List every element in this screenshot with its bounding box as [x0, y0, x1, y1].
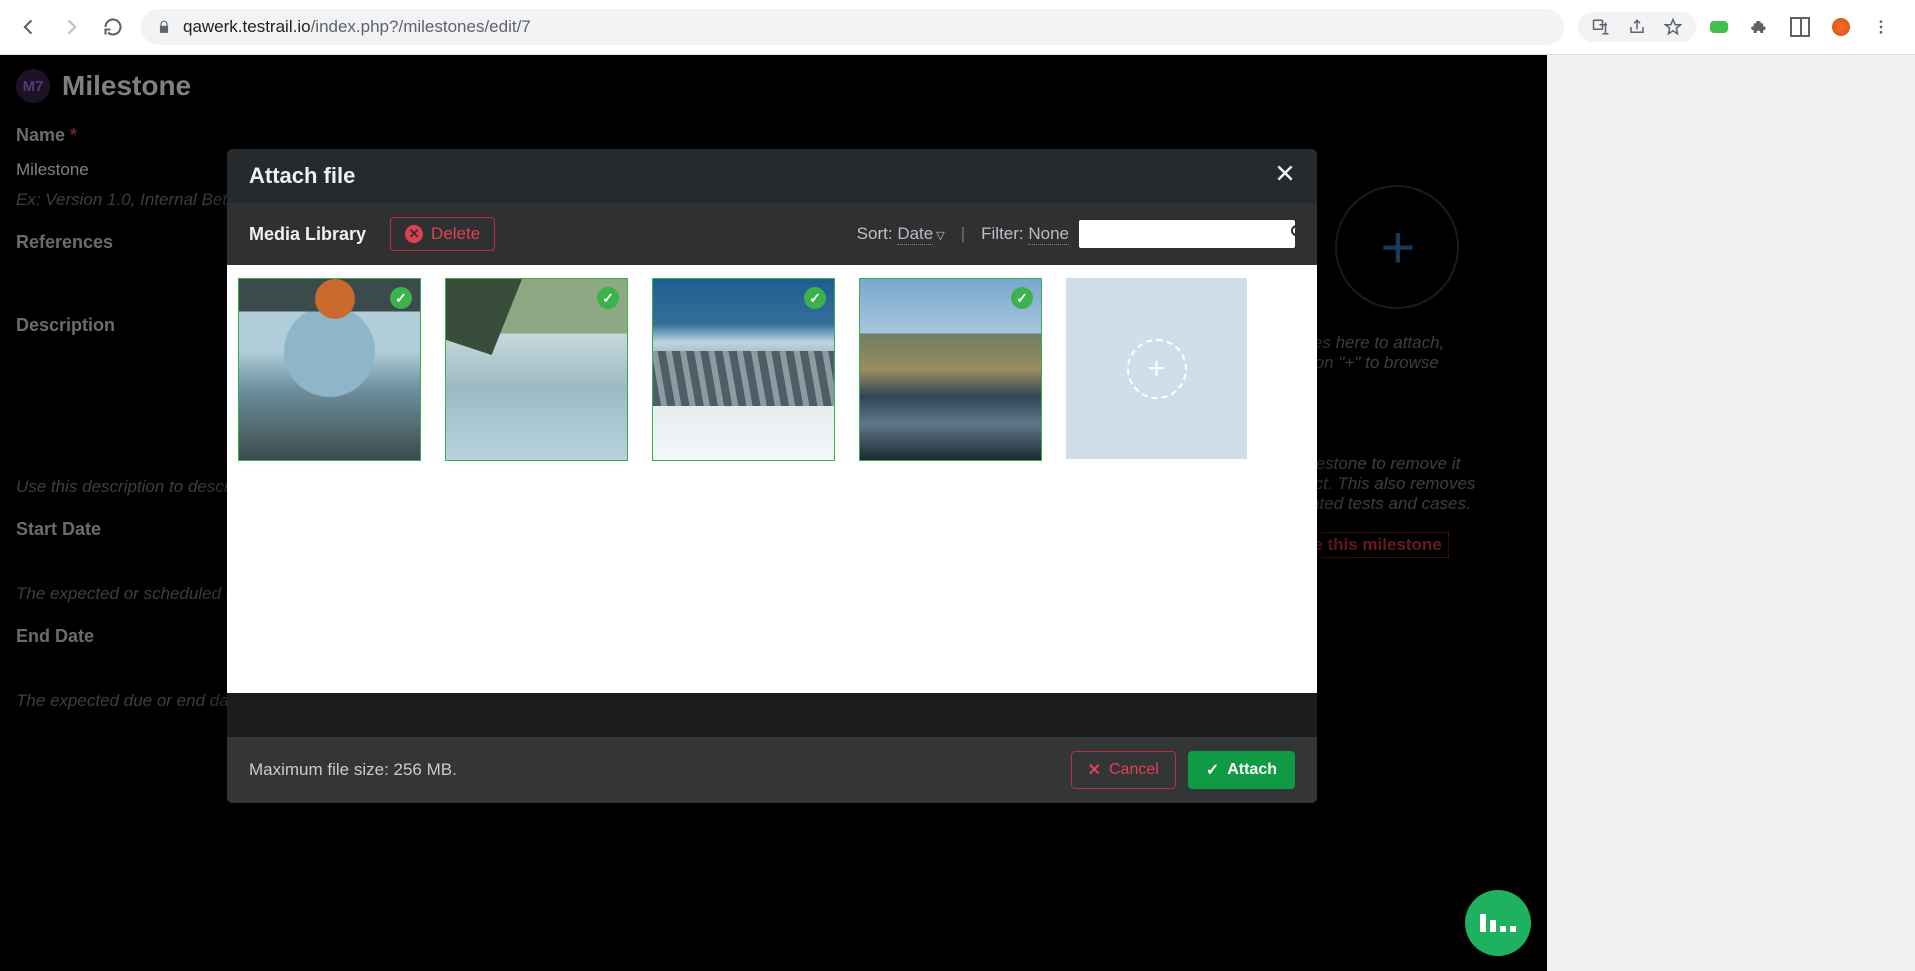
extensions-icon[interactable] — [1750, 18, 1768, 36]
extension-area — [1710, 17, 1890, 37]
selected-check-icon: ✓ — [597, 287, 619, 309]
address-actions — [1578, 12, 1696, 42]
modal-title: Attach file — [249, 163, 355, 189]
attach-button-label: Attach — [1227, 761, 1277, 779]
media-library-label: Media Library — [249, 224, 366, 245]
reload-button[interactable] — [99, 13, 127, 41]
address-bar[interactable]: qawerk.testrail.io/index.php?/milestones… — [141, 9, 1564, 45]
check-icon: ✓ — [1206, 760, 1219, 780]
lock-icon — [157, 20, 171, 34]
modal-toolbar: Media Library ✕ Delete Sort: Date▽ | Fil… — [227, 203, 1317, 265]
attach-button[interactable]: ✓ Attach — [1188, 751, 1295, 789]
help-fab-icon — [1480, 914, 1516, 932]
attach-file-modal: Attach file Media Library ✕ Delete Sort:… — [227, 149, 1317, 803]
delete-button-label: Delete — [431, 224, 480, 244]
selected-check-icon: ✓ — [390, 287, 412, 309]
modal-gap — [227, 693, 1317, 737]
filter-control[interactable]: Filter: None — [981, 224, 1069, 244]
profile-icon[interactable] — [1832, 18, 1850, 36]
page: M7 Milestone Name * Ex: Version 1.0, Int… — [0, 55, 1547, 971]
max-filesize-note: Maximum file size: 256 MB. — [249, 760, 457, 780]
delete-button[interactable]: ✕ Delete — [390, 217, 495, 251]
media-thumb-1[interactable]: ✓ — [238, 278, 421, 461]
close-icon — [1275, 163, 1295, 183]
media-grid: ✓ ✓ ✓ ✓ + — [227, 265, 1317, 693]
selected-check-icon: ✓ — [1011, 287, 1033, 309]
selected-check-icon: ✓ — [804, 287, 826, 309]
sort-control[interactable]: Sort: Date▽ — [857, 224, 945, 244]
extension-1-icon[interactable] — [1710, 21, 1728, 33]
cancel-button[interactable]: ✕ Cancel — [1071, 751, 1176, 789]
cancel-button-label: Cancel — [1109, 761, 1159, 779]
media-thumb-3[interactable]: ✓ — [652, 278, 835, 461]
help-fab[interactable] — [1465, 890, 1531, 956]
search-icon — [1290, 224, 1306, 245]
back-button[interactable] — [15, 13, 43, 41]
close-button[interactable] — [1275, 163, 1295, 189]
star-icon[interactable] — [1664, 18, 1682, 36]
upload-tile[interactable]: + — [1066, 278, 1247, 459]
sidepanel-icon[interactable] — [1790, 17, 1810, 37]
media-thumb-2[interactable]: ✓ — [445, 278, 628, 461]
x-icon: ✕ — [1088, 760, 1101, 780]
search-box[interactable] — [1079, 220, 1295, 248]
menu-icon[interactable] — [1872, 18, 1890, 36]
chevron-down-icon: ▽ — [936, 230, 944, 242]
translate-icon[interactable] — [1592, 18, 1610, 36]
browser-toolbar: qawerk.testrail.io/index.php?/milestones… — [0, 0, 1915, 55]
share-icon[interactable] — [1628, 18, 1646, 36]
delete-x-icon: ✕ — [405, 225, 423, 243]
modal-footer: Maximum file size: 256 MB. ✕ Cancel ✓ At… — [227, 737, 1317, 803]
media-thumb-4[interactable]: ✓ — [859, 278, 1042, 461]
plus-icon: + — [1127, 339, 1187, 399]
divider: | — [961, 224, 965, 244]
search-input[interactable] — [1087, 225, 1290, 244]
modal-header: Attach file — [227, 149, 1317, 203]
forward-button[interactable] — [57, 13, 85, 41]
url-text: qawerk.testrail.io/index.php?/milestones… — [183, 17, 531, 37]
